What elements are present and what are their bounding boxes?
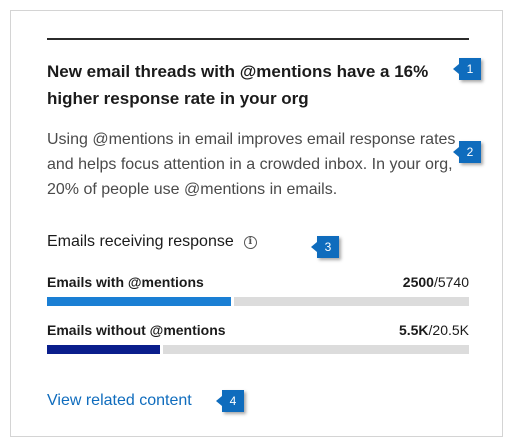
metric-label: Emails with @mentions — [47, 274, 204, 290]
metric-count: 5.5K — [398, 322, 429, 338]
metric-total: /5740 — [433, 274, 469, 290]
insight-card: New email threads with @mentions have a … — [10, 10, 503, 437]
view-related-content-link[interactable]: View related content — [47, 391, 192, 411]
progress-gap — [160, 345, 163, 354]
progress-track — [47, 345, 469, 354]
callout-marker-3: 3 — [311, 236, 339, 258]
section-title-text: Emails receiving response — [47, 233, 234, 250]
progress-fill — [47, 345, 160, 354]
metric-label: Emails without @mentions — [47, 322, 226, 338]
progress-fill — [47, 297, 231, 306]
metric-count: 2500 — [402, 274, 434, 290]
info-icon[interactable]: i — [243, 235, 257, 249]
callout-marker-2: 2 — [453, 141, 481, 163]
metric-with-mentions: Emails with @mentions 2500/5740 — [47, 273, 469, 306]
section-title: Emails receiving response i — [47, 231, 257, 253]
insight-description: Using @mentions in email improves email … — [47, 131, 456, 198]
progress-track — [47, 297, 469, 306]
callout-marker-4: 4 — [216, 390, 244, 412]
insight-headline: New email threads with @mentions have a … — [47, 62, 429, 108]
metric-value: 5.5K/20.5K — [399, 321, 469, 339]
metric-total: /20.5K — [428, 322, 469, 338]
card-top-divider — [47, 38, 469, 40]
metric-without-mentions: Emails without @mentions 5.5K/20.5K — [47, 321, 469, 354]
progress-gap — [231, 297, 234, 306]
metric-value: 2500/5740 — [403, 273, 469, 291]
callout-marker-1: 1 — [453, 58, 481, 80]
